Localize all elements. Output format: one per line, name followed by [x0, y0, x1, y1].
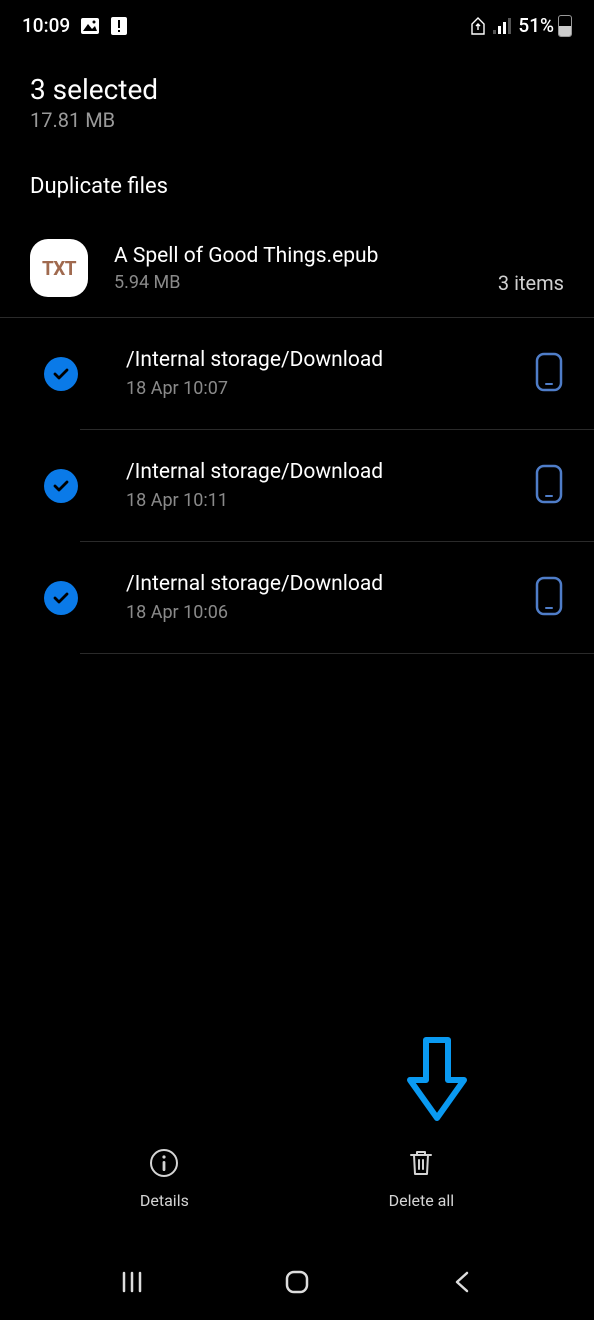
item-date: 18 Apr 10:06	[126, 602, 534, 623]
bottom-toolbar: Details Delete all	[0, 1141, 594, 1230]
pointer-arrow-icon	[402, 1034, 472, 1130]
status-time: 10:09	[22, 14, 70, 37]
item-path: /Internal storage/Download	[126, 460, 534, 484]
phone-storage-icon	[534, 463, 564, 509]
checkbox-checked-icon[interactable]	[44, 581, 78, 615]
item-date: 18 Apr 10:11	[126, 490, 534, 511]
item-path: /Internal storage/Download	[126, 348, 534, 372]
list-item[interactable]: /Internal storage/Download 18 Apr 10:07	[80, 318, 594, 430]
alert-icon	[110, 16, 128, 36]
section-title: Duplicate files	[0, 146, 594, 219]
list-item[interactable]: /Internal storage/Download 18 Apr 10:11	[80, 430, 594, 542]
file-group-header[interactable]: TXT A Spell of Good Things.epub 5.94 MB …	[0, 219, 594, 318]
phone-storage-icon	[534, 351, 564, 397]
txt-file-icon: TXT	[30, 239, 88, 297]
picture-icon	[80, 16, 100, 36]
list-item[interactable]: /Internal storage/Download 18 Apr 10:06	[80, 542, 594, 654]
signal-icon	[492, 18, 512, 34]
details-label: Details	[140, 1191, 189, 1210]
file-size: 5.94 MB	[114, 272, 498, 293]
info-icon	[148, 1147, 180, 1183]
battery-icon	[558, 15, 572, 37]
selected-count: 3 selected	[30, 73, 564, 106]
checkbox-checked-icon[interactable]	[44, 357, 78, 391]
data-icon	[470, 17, 486, 35]
navigation-bar	[0, 1244, 594, 1320]
selection-header: 3 selected 17.81 MB	[0, 45, 594, 146]
checkbox-checked-icon[interactable]	[44, 469, 78, 503]
item-date: 18 Apr 10:07	[126, 378, 534, 399]
selected-size: 17.81 MB	[30, 108, 564, 132]
recents-button[interactable]	[112, 1262, 152, 1302]
file-name: A Spell of Good Things.epub	[114, 244, 498, 268]
delete-all-label: Delete all	[389, 1191, 455, 1210]
home-button[interactable]	[277, 1262, 317, 1302]
details-button[interactable]: Details	[110, 1141, 219, 1216]
delete-all-button[interactable]: Delete all	[359, 1141, 485, 1216]
trash-icon	[405, 1147, 437, 1183]
back-button[interactable]	[442, 1262, 482, 1302]
phone-storage-icon	[534, 575, 564, 621]
item-path: /Internal storage/Download	[126, 572, 534, 596]
status-bar: 10:09 51%	[0, 0, 594, 45]
battery-percentage: 51%	[518, 14, 554, 37]
file-count: 3 items	[498, 271, 564, 295]
